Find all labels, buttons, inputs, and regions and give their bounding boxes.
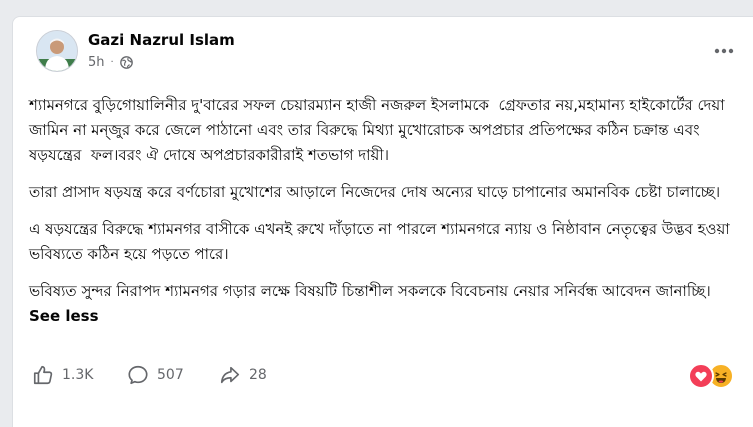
comment-button[interactable]: 507 — [127, 364, 219, 386]
like-button[interactable]: 1.3K — [32, 364, 127, 386]
comment-count: 507 — [157, 367, 184, 383]
love-reaction-icon — [688, 363, 714, 389]
engagement-actions: 1.3K 507 28 — [32, 364, 299, 386]
see-less-link[interactable]: See less — [29, 307, 99, 325]
heart-icon — [695, 371, 707, 381]
like-count: 1.3K — [62, 367, 94, 383]
post-body: শ্যামনগরে বুড়িগোয়ালিনীর দু'বারের সফল চ… — [29, 93, 741, 341]
more-horizontal-icon — [714, 48, 734, 54]
author-name[interactable]: Gazi Nazrul Islam — [88, 31, 235, 49]
share-button[interactable]: 28 — [219, 364, 299, 386]
reaction-summary[interactable] — [688, 363, 734, 389]
post-paragraph-last: ভবিষ্যত সুন্দর নিরাপদ শ্যামনগর গড়ার লক্… — [29, 279, 741, 329]
more-options-button[interactable] — [706, 33, 742, 69]
post-paragraph: শ্যামনগরে বুড়িগোয়ালিনীর দু'বারের সফল চ… — [29, 96, 730, 164]
author-avatar[interactable] — [36, 30, 78, 72]
laughing-face-icon — [715, 372, 727, 383]
post-card: Gazi Nazrul Islam 5h · শ্যামনগরে বুড়িগো… — [12, 16, 753, 427]
post-time[interactable]: 5h — [88, 55, 105, 70]
avatar-portrait-icon — [37, 31, 77, 71]
post-paragraph-text: ভবিষ্যত সুন্দর নিরাপদ শ্যামনগর গড়ার লক্… — [29, 282, 711, 300]
globe-icon[interactable] — [119, 56, 133, 69]
post-paragraph: তারা প্রাসাদ ষড়যন্ত্র করে বর্ণচোরা মুখো… — [29, 183, 721, 201]
meta-separator: · — [110, 57, 114, 68]
share-arrow-icon — [220, 366, 240, 384]
thumbs-up-icon — [33, 365, 53, 385]
share-count: 28 — [249, 367, 267, 383]
post-meta: 5h · — [88, 55, 133, 70]
post-paragraph: এ ষড়যন্ত্রের বিরুদ্ধে শ্যামনগর বাসীকে এ… — [29, 220, 735, 263]
comment-bubble-icon — [128, 365, 148, 385]
